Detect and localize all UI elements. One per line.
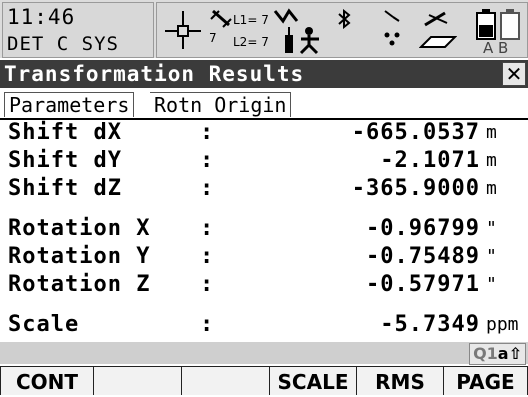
row-colon: : [200, 272, 214, 297]
write-icon [424, 11, 448, 27]
row-value: -2.1071 [380, 148, 480, 173]
position-crosshair-icon [165, 11, 201, 49]
memory-card-icon [419, 36, 457, 48]
l1-count: L1= 7 [233, 13, 269, 27]
row-rotation-y: Rotation Y : -0.75489 " [0, 244, 528, 274]
row-shift-dz: Shift dZ : -365.9000 m [0, 176, 528, 206]
softkey-rms[interactable]: RMS [356, 366, 444, 395]
row-rotation-x: Rotation X : -0.96799 " [0, 216, 528, 246]
mode-label: DET C SYS [7, 33, 119, 55]
row-colon: : [200, 244, 214, 269]
satellite-icon [210, 9, 232, 28]
row-label: Shift dX [8, 120, 122, 145]
row-colon: : [200, 176, 214, 201]
row-unit: " [486, 218, 497, 239]
screen: 11:46 DET C SYS 7 L1= 7 L2= 7 A B Transf… [0, 0, 528, 395]
row-label: Rotation Z [8, 272, 151, 297]
input-line: Q1a⇧ [0, 342, 528, 365]
softkey-scale[interactable]: SCALE [269, 366, 357, 395]
row-rotation-z: Rotation Z : -0.57971 " [0, 272, 528, 302]
row-unit: " [486, 274, 497, 295]
status-bar: 11:46 DET C SYS 7 L1= 7 L2= 7 A B [0, 0, 528, 58]
row-value: -0.96799 [366, 216, 480, 241]
row-colon: : [200, 148, 214, 173]
softkey-page[interactable]: PAGE [443, 366, 528, 395]
quickcode-label: Q1 [473, 344, 498, 363]
softkey-bar: CONT SCALE RMS PAGE [0, 366, 528, 395]
row-unit: m [486, 122, 497, 143]
status-left-panel: 11:46 DET C SYS [2, 2, 154, 58]
row-unit: m [486, 178, 497, 199]
row-unit: " [486, 246, 497, 267]
satellite-count: 7 [209, 31, 217, 45]
antenna-icon [285, 27, 319, 55]
row-colon: : [200, 216, 214, 241]
row-scale: Scale : -5.7349 ppm [0, 312, 528, 342]
input-mode-indicator: Q1a⇧ [469, 343, 526, 365]
row-label: Scale [8, 312, 80, 337]
row-colon: : [200, 312, 214, 337]
row-shift-dx: Shift dX : -665.0537 m [0, 120, 528, 150]
battery-icon [476, 9, 520, 40]
clock: 11:46 [7, 5, 76, 29]
signal-icon [273, 8, 299, 24]
row-unit: m [486, 150, 497, 171]
row-unit: ppm [486, 314, 519, 335]
network-icon [384, 32, 400, 46]
row-value: -0.75489 [366, 244, 480, 269]
tab-parameters[interactable]: Parameters [4, 92, 135, 117]
status-icons-panel: 7 L1= 7 L2= 7 A B [156, 2, 528, 58]
row-value: -365.9000 [351, 176, 480, 201]
link-icon [384, 10, 400, 22]
row-label: Rotation X [8, 216, 151, 241]
row-value: -665.0537 [351, 120, 480, 145]
row-label: Rotation Y [8, 244, 151, 269]
row-label: Shift dY [8, 148, 122, 173]
row-colon: : [200, 120, 214, 145]
l2-count: L2= 7 [233, 35, 269, 49]
close-icon[interactable]: ✕ [502, 62, 526, 86]
softkey-cont[interactable]: CONT [0, 366, 94, 395]
page-title: Transformation Results [4, 62, 305, 86]
title-bar: Transformation Results ✕ [0, 60, 528, 88]
softkey-f2[interactable] [93, 366, 182, 395]
row-shift-dy: Shift dY : -2.1071 m [0, 148, 528, 178]
battery-labels: A B [483, 39, 509, 57]
row-value: -0.57971 [366, 272, 480, 297]
row-value: -5.7349 [380, 312, 480, 337]
input-case-label: a⇧ [497, 344, 522, 363]
softkey-f3[interactable] [181, 366, 270, 395]
tab-rotn-origin[interactable]: Rotn Origin [150, 92, 292, 117]
bluetooth-icon [338, 9, 351, 29]
tab-bar: Parameters Rotn Origin [0, 90, 528, 120]
row-label: Shift dZ [8, 176, 122, 201]
